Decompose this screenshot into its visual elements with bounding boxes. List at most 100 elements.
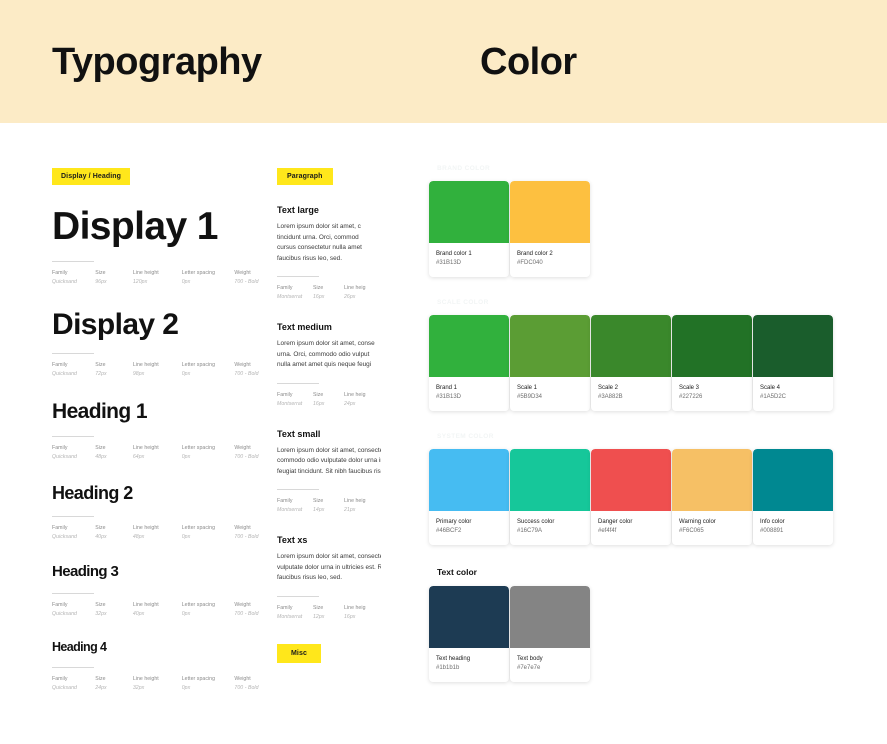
paragraph-body: Lorem ipsum dolor sit amet, conse urna. O… (277, 339, 381, 371)
paragraph-body: Lorem ipsum dolor sit amet, consectetur … (277, 552, 381, 584)
color-swatch[interactable]: Warning color #F6C065 (672, 449, 752, 545)
spec-value-size: 48px (95, 454, 107, 461)
color-swatch-meta: Warning color #F6C065 (672, 511, 752, 545)
paragraph-title: Text xs (277, 535, 308, 545)
color-swatch-name: Brand color 2 (517, 251, 553, 257)
color-swatch-name: Success color (517, 519, 555, 525)
color-swatch[interactable]: Brand color 2 #FDC040 (510, 181, 590, 277)
color-swatch[interactable]: Scale 3 #227226 (672, 315, 752, 411)
spec-value-family: Quicksand (52, 371, 77, 378)
spec-value-size: 16px (313, 294, 325, 300)
spec-header-row: Family Size Line height Letter spacing Weigh… (52, 675, 272, 684)
color-swatch-chip (591, 315, 671, 377)
paragraph-line: Lorem ipsum dolor sit amet, c (277, 223, 361, 230)
spec-header-family: Family (277, 285, 293, 291)
typography-column: Display / Heading Display 1 Family Size Lin… (0, 165, 277, 704)
spec-header-size: Size (313, 285, 324, 291)
color-section-title: Color (480, 40, 577, 83)
paragraph-block: Text xs Lorem ipsum dolor sit amet, conse… (277, 535, 429, 622)
swatch-row: Text heading #1b1b1b Text body #7e7e7e (429, 586, 887, 682)
paragraph-chip: Paragraph (277, 168, 333, 185)
type-specimen: Display 2 Family Size Line height Letter spa… (52, 309, 277, 380)
misc-chip: Misc (277, 643, 321, 663)
color-swatch-chip (429, 449, 509, 511)
spec-value-weight: 700 - Bold (234, 685, 259, 692)
spec-value-row: Quicksand 72px 98px 0px 700 - Bold (52, 370, 272, 379)
type-specimen: Heading 4 Family Size Line height Letter spa… (52, 640, 277, 693)
color-section-heading: Scale color (437, 299, 489, 306)
color-swatch-meta: Info color #008891 (753, 511, 833, 545)
color-swatch-meta: Primary color #46BCF2 (429, 511, 509, 545)
spec-header-size: Size (95, 269, 106, 276)
color-swatch[interactable]: Danger color #ef4f4f (591, 449, 671, 545)
color-swatch[interactable]: Scale 2 #3A882B (591, 315, 671, 411)
spec-header-size: Size (313, 391, 324, 398)
color-swatch-name: Scale 4 (760, 385, 781, 391)
color-swatch-chip (753, 315, 833, 377)
paragraph-line: Lorem ipsum dolor sit amet, consectetur … (277, 553, 381, 560)
spec-header-weight: Weight (234, 362, 251, 369)
spec-header-line-height: Line heig (344, 604, 366, 611)
paragraph-block: Text small Lorem ipsum dolor sit amet, co… (277, 429, 429, 516)
spec-value-size: 40px (95, 534, 107, 541)
paragraph-line: Lorem ipsum dolor sit amet, consectet (277, 446, 381, 454)
specimen-spec-table: Family Size Line height Letter spacing Weigh… (52, 667, 272, 693)
color-swatch[interactable]: Info color #008891 (753, 449, 833, 545)
spec-value-size: 24px (95, 685, 107, 692)
color-swatch[interactable]: Scale 4 #1A5D2C (753, 315, 833, 411)
color-section: System color Primary color #46BCF2 Success … (429, 433, 887, 545)
color-swatch[interactable]: Scale 1 #5B9D34 (510, 315, 590, 411)
paragraph-line: faucibus risus leo, sed. (277, 254, 343, 262)
spec-value-row: Quicksand 40px 48px 0px 700 - Bold (52, 533, 272, 542)
paragraph-title: Text large (277, 205, 319, 215)
paragraph-line: commodo odio vulputate dolor urna in (277, 457, 381, 464)
spec-divider (52, 260, 94, 262)
spec-header-letter-spacing: Letter spacing (181, 525, 216, 532)
color-swatch-name: Warning color (679, 519, 716, 525)
paragraph-line: urna. Orci, commodo odio vulput (277, 350, 370, 358)
color-swatch-name: Info color (760, 519, 785, 525)
specimen-label: Heading 1 (52, 400, 148, 424)
color-swatch-chip (429, 315, 509, 377)
color-swatch[interactable]: Text heading #1b1b1b (429, 586, 509, 682)
paragraph-line: nulla amet amet quis neque feugi (277, 361, 372, 368)
color-column: Brand color Brand color 1 #31B13D Brand col… (429, 165, 887, 704)
paragraph-title: Text medium (277, 322, 332, 332)
specimen-spec-table: Family Size Line height Letter spacing Weigh… (52, 260, 272, 287)
swatch-row: Primary color #46BCF2 Success color #16C79A… (429, 449, 887, 545)
color-swatch-meta: Text heading #1b1b1b (429, 648, 509, 682)
spec-value-size: 14px (313, 507, 325, 513)
spec-divider (277, 276, 319, 277)
color-swatch-meta: Scale 1 #5B9D34 (510, 377, 590, 411)
type-specimen: Heading 1 Family Size Line height Letter spa… (52, 401, 277, 462)
color-swatch-meta: Brand 1 #31B13D (429, 377, 509, 411)
spec-header-family: Family (52, 445, 68, 452)
paragraph-block: Text medium Lorem ipsum dolor sit amet, c… (277, 322, 429, 409)
spec-value-line-height: 98px (132, 371, 145, 378)
color-swatch-chip (510, 181, 590, 243)
color-section: Scale color Brand 1 #31B13D Scale 1 #5B9D34 S… (429, 299, 887, 411)
display-heading-chip: Display / Heading (52, 168, 131, 185)
spec-divider (277, 382, 319, 384)
color-swatch-chip (672, 449, 752, 511)
color-section: Text color Text heading #1b1b1b Text body #7… (429, 567, 887, 682)
color-swatch[interactable]: Primary color #46BCF2 (429, 449, 509, 545)
spec-value-letter-spacing: 0px (181, 278, 191, 285)
color-swatch[interactable]: Brand 1 #31B13D (429, 315, 509, 411)
color-swatch[interactable]: Text body #7e7e7e (510, 586, 590, 682)
color-swatch[interactable]: Brand color 1 #31B13D (429, 181, 509, 277)
spec-divider (277, 489, 319, 490)
paragraph-line: cursus consectetur nulla amet (277, 244, 362, 251)
spec-divider (52, 516, 94, 518)
color-swatch[interactable]: Success color #16C79A (510, 449, 590, 545)
color-section: Brand color Brand color 1 #31B13D Brand col… (429, 165, 887, 277)
color-swatch-hex: #16C79A (517, 528, 543, 534)
spec-value-line-height: 21px (344, 507, 356, 513)
spec-header-line-height: Line height (132, 445, 159, 452)
specimen-label: Display 2 (52, 307, 179, 341)
paragraph-line: feugiat tincidunt. Sit nibh faucibus ris… (277, 467, 381, 475)
color-swatch-hex: #3A882B (598, 394, 623, 400)
spec-value-family: Quicksand (52, 685, 77, 692)
spec-header-family: Family (52, 269, 68, 276)
color-section-list: Brand color Brand color 1 #31B13D Brand col… (429, 165, 887, 682)
